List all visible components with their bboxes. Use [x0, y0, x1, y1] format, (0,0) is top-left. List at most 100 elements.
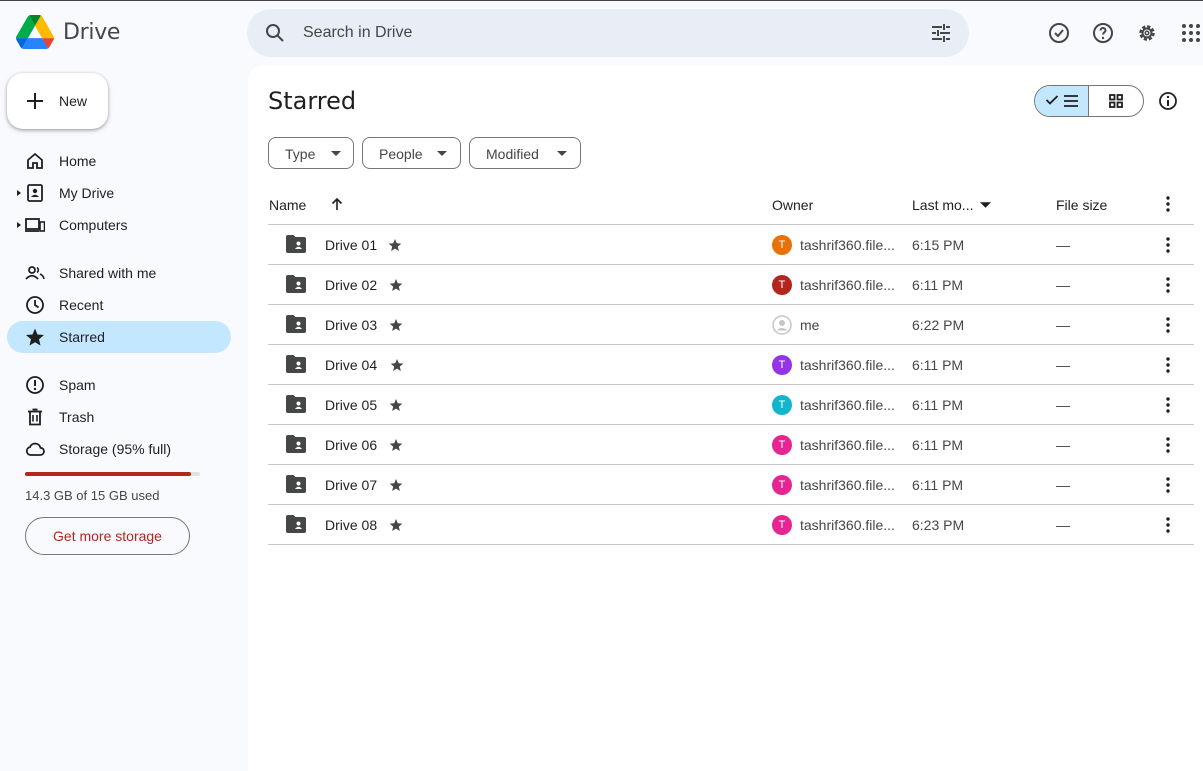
search-bar[interactable] — [247, 9, 969, 57]
help-icon[interactable] — [1091, 21, 1115, 45]
grid-view-button[interactable] — [1089, 86, 1143, 116]
file-name[interactable]: Drive 08 — [325, 517, 377, 533]
starred-icon[interactable] — [390, 358, 404, 372]
spam-icon — [26, 376, 44, 394]
filter-label: Modified — [486, 146, 539, 162]
storage-usage-text: 14.3 GB of 15 GB used — [25, 488, 160, 503]
column-file-size[interactable]: File size — [1056, 197, 1107, 213]
more-vert-icon[interactable] — [1158, 475, 1178, 495]
more-vert-icon[interactable] — [1158, 235, 1178, 255]
last-modified: 6:11 PM — [912, 477, 964, 493]
sort-ascending-icon[interactable] — [329, 196, 345, 212]
starred-icon[interactable] — [388, 238, 402, 252]
shared-folder-icon — [286, 475, 306, 493]
starred-icon[interactable] — [389, 278, 403, 292]
starred-icon[interactable] — [389, 318, 403, 332]
column-last-modified[interactable]: Last mo... — [912, 197, 973, 213]
sidebar-item-label: Shared with me — [59, 265, 157, 281]
sidebar-item-home[interactable]: Home — [7, 145, 231, 177]
starred-icon[interactable] — [389, 438, 403, 452]
list-view-button[interactable] — [1035, 86, 1090, 116]
column-owner[interactable]: Owner — [772, 197, 813, 213]
more-vert-icon[interactable] — [1158, 395, 1178, 415]
table-row[interactable]: Drive 06 T tashrif360.file... 6:11 PM — — [268, 425, 1194, 465]
owner-avatar: T — [772, 355, 792, 375]
sidebar-item-my-drive[interactable]: My Drive — [7, 177, 231, 209]
starred-icon[interactable] — [389, 518, 403, 532]
owner-name: tashrif360.file... — [800, 517, 895, 533]
more-vert-icon[interactable] — [1158, 275, 1178, 295]
starred-icon[interactable] — [389, 478, 403, 492]
sidebar-item-starred[interactable]: Starred — [7, 321, 231, 353]
sidebar-item-spam[interactable]: Spam — [7, 369, 231, 401]
file-size: — — [1056, 317, 1070, 333]
offline-ready-icon[interactable] — [1047, 21, 1071, 45]
shared-folder-icon — [286, 515, 306, 533]
shared-folder-icon — [286, 355, 306, 373]
view-toggle[interactable] — [1034, 85, 1144, 117]
get-more-storage-button[interactable]: Get more storage — [25, 517, 190, 555]
sidebar-item-trash[interactable]: Trash — [7, 401, 231, 433]
file-size: — — [1056, 437, 1070, 453]
file-name[interactable]: Drive 01 — [325, 237, 377, 253]
shared-icon — [25, 266, 45, 280]
sidebar-item-computers[interactable]: Computers — [7, 209, 231, 241]
file-name[interactable]: Drive 07 — [325, 477, 377, 493]
table-row[interactable]: Drive 02 T tashrif360.file... 6:11 PM — — [268, 265, 1194, 305]
sidebar-item-label: Recent — [59, 297, 104, 313]
file-name[interactable]: Drive 04 — [325, 357, 377, 373]
file-size: — — [1056, 237, 1070, 253]
page-title: Starred — [268, 87, 357, 115]
table-row[interactable]: Drive 08 T tashrif360.file... 6:23 PM — — [268, 505, 1194, 545]
new-button[interactable]: New — [7, 73, 108, 129]
drive-logo-icon — [16, 15, 54, 49]
column-name[interactable]: Name — [269, 197, 306, 213]
plus-icon — [27, 93, 43, 109]
table-row[interactable]: Drive 07 T tashrif360.file... 6:11 PM — — [268, 465, 1194, 505]
expand-arrow-icon[interactable] — [15, 189, 23, 197]
grid-view-icon — [1109, 94, 1123, 108]
drive-logo[interactable]: Drive — [16, 15, 120, 49]
file-name[interactable]: Drive 03 — [325, 317, 377, 333]
owner-avatar — [772, 315, 792, 335]
dropdown-arrow-icon — [437, 151, 447, 156]
filter-modified-chip[interactable]: Modified — [469, 137, 581, 169]
apps-grid-icon[interactable] — [1179, 21, 1203, 45]
table-row[interactable]: Drive 03 me 6:22 PM — — [268, 305, 1194, 345]
last-modified: 6:11 PM — [912, 277, 964, 293]
file-name[interactable]: Drive 02 — [325, 277, 377, 293]
file-name[interactable]: Drive 05 — [325, 397, 377, 413]
file-name[interactable]: Drive 06 — [325, 437, 377, 453]
table-row[interactable]: Drive 04 T tashrif360.file... 6:11 PM — — [268, 345, 1194, 385]
search-input[interactable] — [303, 21, 903, 45]
settings-icon[interactable] — [1135, 21, 1159, 45]
sidebar-item-label: Computers — [59, 217, 128, 233]
table-row[interactable]: Drive 01 T tashrif360.file... 6:15 PM — — [268, 225, 1194, 265]
more-vert-icon[interactable] — [1158, 194, 1178, 214]
sidebar-item-label: Storage (95% full) — [59, 441, 172, 457]
owner-avatar: T — [772, 235, 792, 255]
dropdown-arrow-icon — [331, 151, 341, 156]
file-size: — — [1056, 277, 1070, 293]
filter-people-chip[interactable]: People — [362, 137, 461, 169]
avatar-letter: T — [778, 439, 786, 451]
filter-type-chip[interactable]: Type — [268, 137, 354, 169]
sidebar-item-storage[interactable]: Storage (95% full) — [7, 433, 231, 465]
search-icon[interactable] — [263, 21, 287, 45]
info-icon[interactable] — [1158, 91, 1178, 111]
more-vert-icon[interactable] — [1158, 355, 1178, 375]
sidebar-item-shared-with-me[interactable]: Shared with me — [7, 257, 231, 289]
sort-dropdown-icon[interactable] — [980, 202, 991, 209]
more-vert-icon[interactable] — [1158, 315, 1178, 335]
starred-icon[interactable] — [389, 398, 403, 412]
search-options-icon[interactable] — [929, 21, 953, 45]
table-row[interactable]: Drive 05 T tashrif360.file... 6:11 PM — — [268, 385, 1194, 425]
owner-avatar: T — [772, 435, 792, 455]
sidebar-item-label: Home — [59, 153, 97, 169]
more-vert-icon[interactable] — [1158, 435, 1178, 455]
shared-folder-icon — [286, 395, 306, 413]
more-vert-icon[interactable] — [1158, 515, 1178, 535]
sidebar-item-recent[interactable]: Recent — [7, 289, 231, 321]
expand-arrow-icon[interactable] — [15, 221, 23, 229]
file-size: — — [1056, 517, 1070, 533]
